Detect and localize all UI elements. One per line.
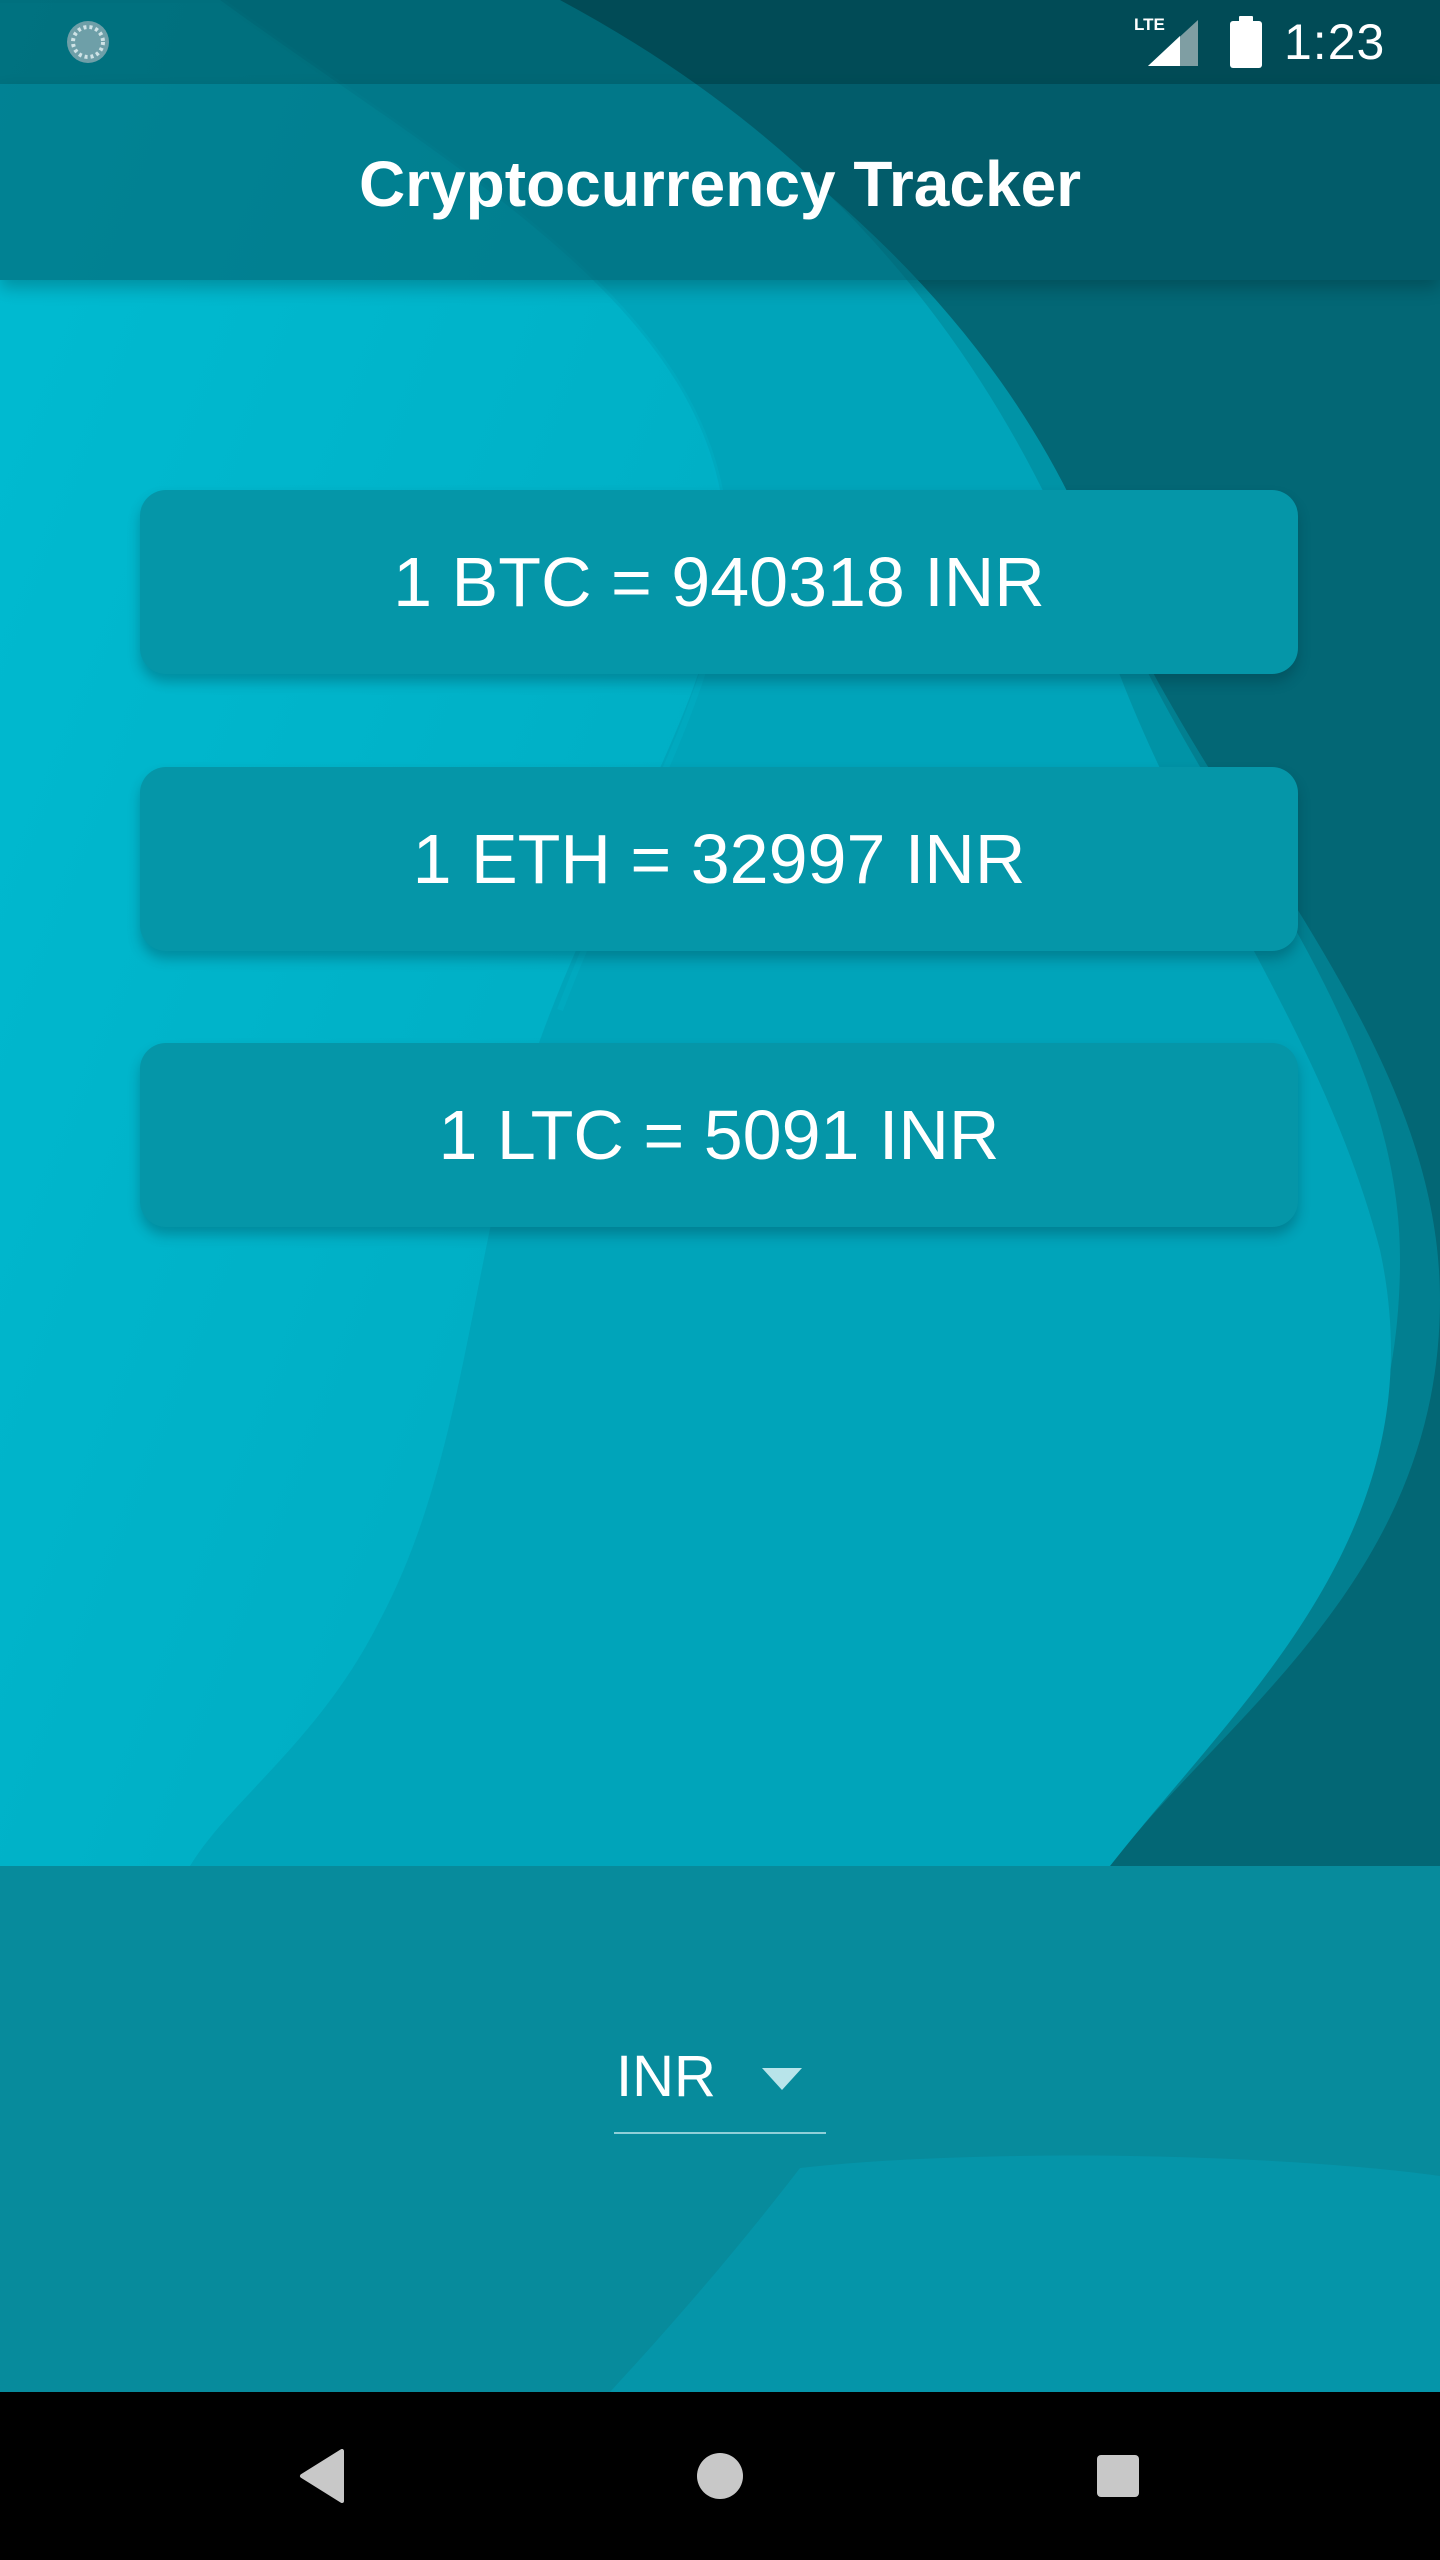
- home-icon: [697, 2453, 743, 2499]
- dropdown-arrow-icon: [762, 2068, 802, 2090]
- nav-back-button[interactable]: [272, 2426, 372, 2526]
- nav-home-button[interactable]: [670, 2426, 770, 2526]
- currency-spinner[interactable]: INR: [614, 2032, 826, 2134]
- recents-icon: [1097, 2455, 1139, 2497]
- status-bar: LTE 1:23: [0, 0, 1440, 84]
- rate-card-btc: 1 BTC = 940318 INR: [140, 490, 1298, 674]
- app-title: Cryptocurrency Tracker: [358, 148, 1082, 220]
- screen: LTE 1:23 Cryptocurrency Tracker 1 BTC = …: [0, 0, 1440, 2560]
- status-time: 1:23: [1284, 14, 1386, 70]
- navigation-bar: [0, 2392, 1440, 2560]
- app-bar: Cryptocurrency Tracker: [0, 84, 1440, 280]
- lte-signal-icon: LTE: [1134, 15, 1198, 66]
- nav-recents-button[interactable]: [1068, 2426, 1168, 2526]
- loading-icon: [67, 21, 109, 63]
- rate-card-ltc: 1 LTC = 5091 INR: [140, 1043, 1298, 1227]
- network-type-label: LTE: [1134, 15, 1165, 34]
- eth-rate-text: 1 ETH = 32997 INR: [412, 820, 1026, 898]
- ltc-rate-text: 1 LTC = 5091 INR: [438, 1096, 1000, 1174]
- battery-icon: [1230, 16, 1262, 68]
- rate-card-eth: 1 ETH = 32997 INR: [140, 767, 1298, 951]
- btc-rate-text: 1 BTC = 940318 INR: [393, 543, 1045, 621]
- currency-selected-value: INR: [616, 2044, 716, 2109]
- back-icon: [300, 2449, 344, 2503]
